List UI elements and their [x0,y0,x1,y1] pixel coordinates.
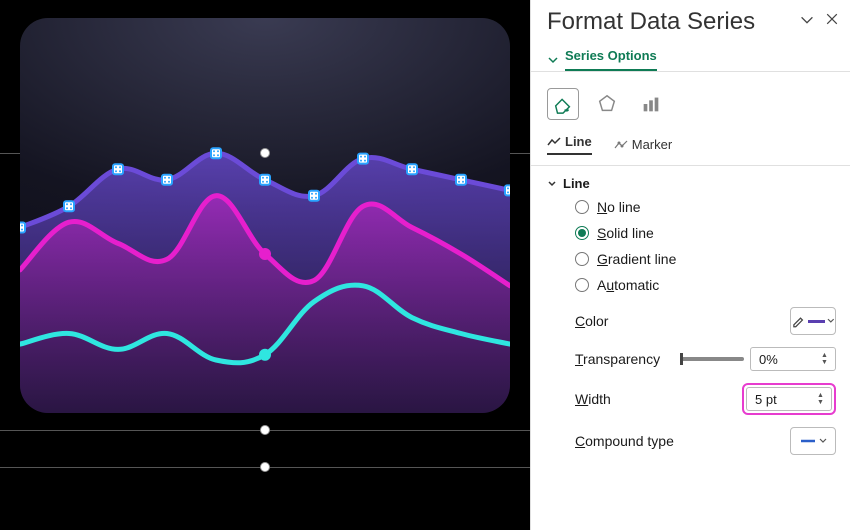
selection-handle-bottom[interactable] [260,425,270,435]
format-pane: Format Data Series Series Options [530,0,850,530]
transparency-input[interactable]: 0% ▲▼ [750,347,836,371]
chart-plot [20,18,510,413]
spinner-arrows[interactable]: ▲▼ [817,388,829,410]
spinner-arrows[interactable]: ▲▼ [821,348,833,370]
width-highlight: 5 pt ▲▼ [742,383,836,415]
tab-line[interactable]: Line [547,134,592,155]
close-icon[interactable] [824,11,840,34]
radio-automatic[interactable]: Automatic [575,277,834,293]
width-label: Width [575,391,611,407]
radio-no-line[interactable]: No line [575,199,834,215]
worksheet-canvas[interactable] [0,0,530,530]
transparency-label: Transparency [575,351,660,367]
collapse-icon[interactable] [798,11,816,34]
tab-marker[interactable]: Marker [614,134,672,155]
mode-effects-icon[interactable] [591,88,623,120]
chevron-down-icon [827,317,835,325]
mode-series-options-icon[interactable] [635,88,667,120]
compound-type-label: Compound type [575,433,674,449]
width-input[interactable]: 5 pt ▲▼ [746,387,832,411]
pencil-icon [791,313,806,329]
chevron-down-icon [819,437,827,445]
color-picker-button[interactable] [790,307,836,335]
compound-type-button[interactable] [790,427,836,455]
selection-handle-top[interactable] [260,148,270,158]
mode-fill-line-icon[interactable] [547,88,579,120]
divider [531,71,850,72]
radio-gradient-line[interactable]: Gradient line [575,251,834,267]
color-swatch [808,320,825,323]
selection-handle-bottom-outer[interactable] [260,462,270,472]
section-line-toggle[interactable]: Line [547,176,834,191]
color-label: Color [575,313,608,329]
transparency-slider[interactable] [680,357,744,361]
single-line-icon [799,436,817,446]
chart-object[interactable] [20,18,510,413]
panel-title: Format Data Series [547,8,755,36]
series-options-dropdown[interactable]: Series Options [531,40,850,71]
radio-solid-line[interactable]: Solid line [575,225,834,241]
